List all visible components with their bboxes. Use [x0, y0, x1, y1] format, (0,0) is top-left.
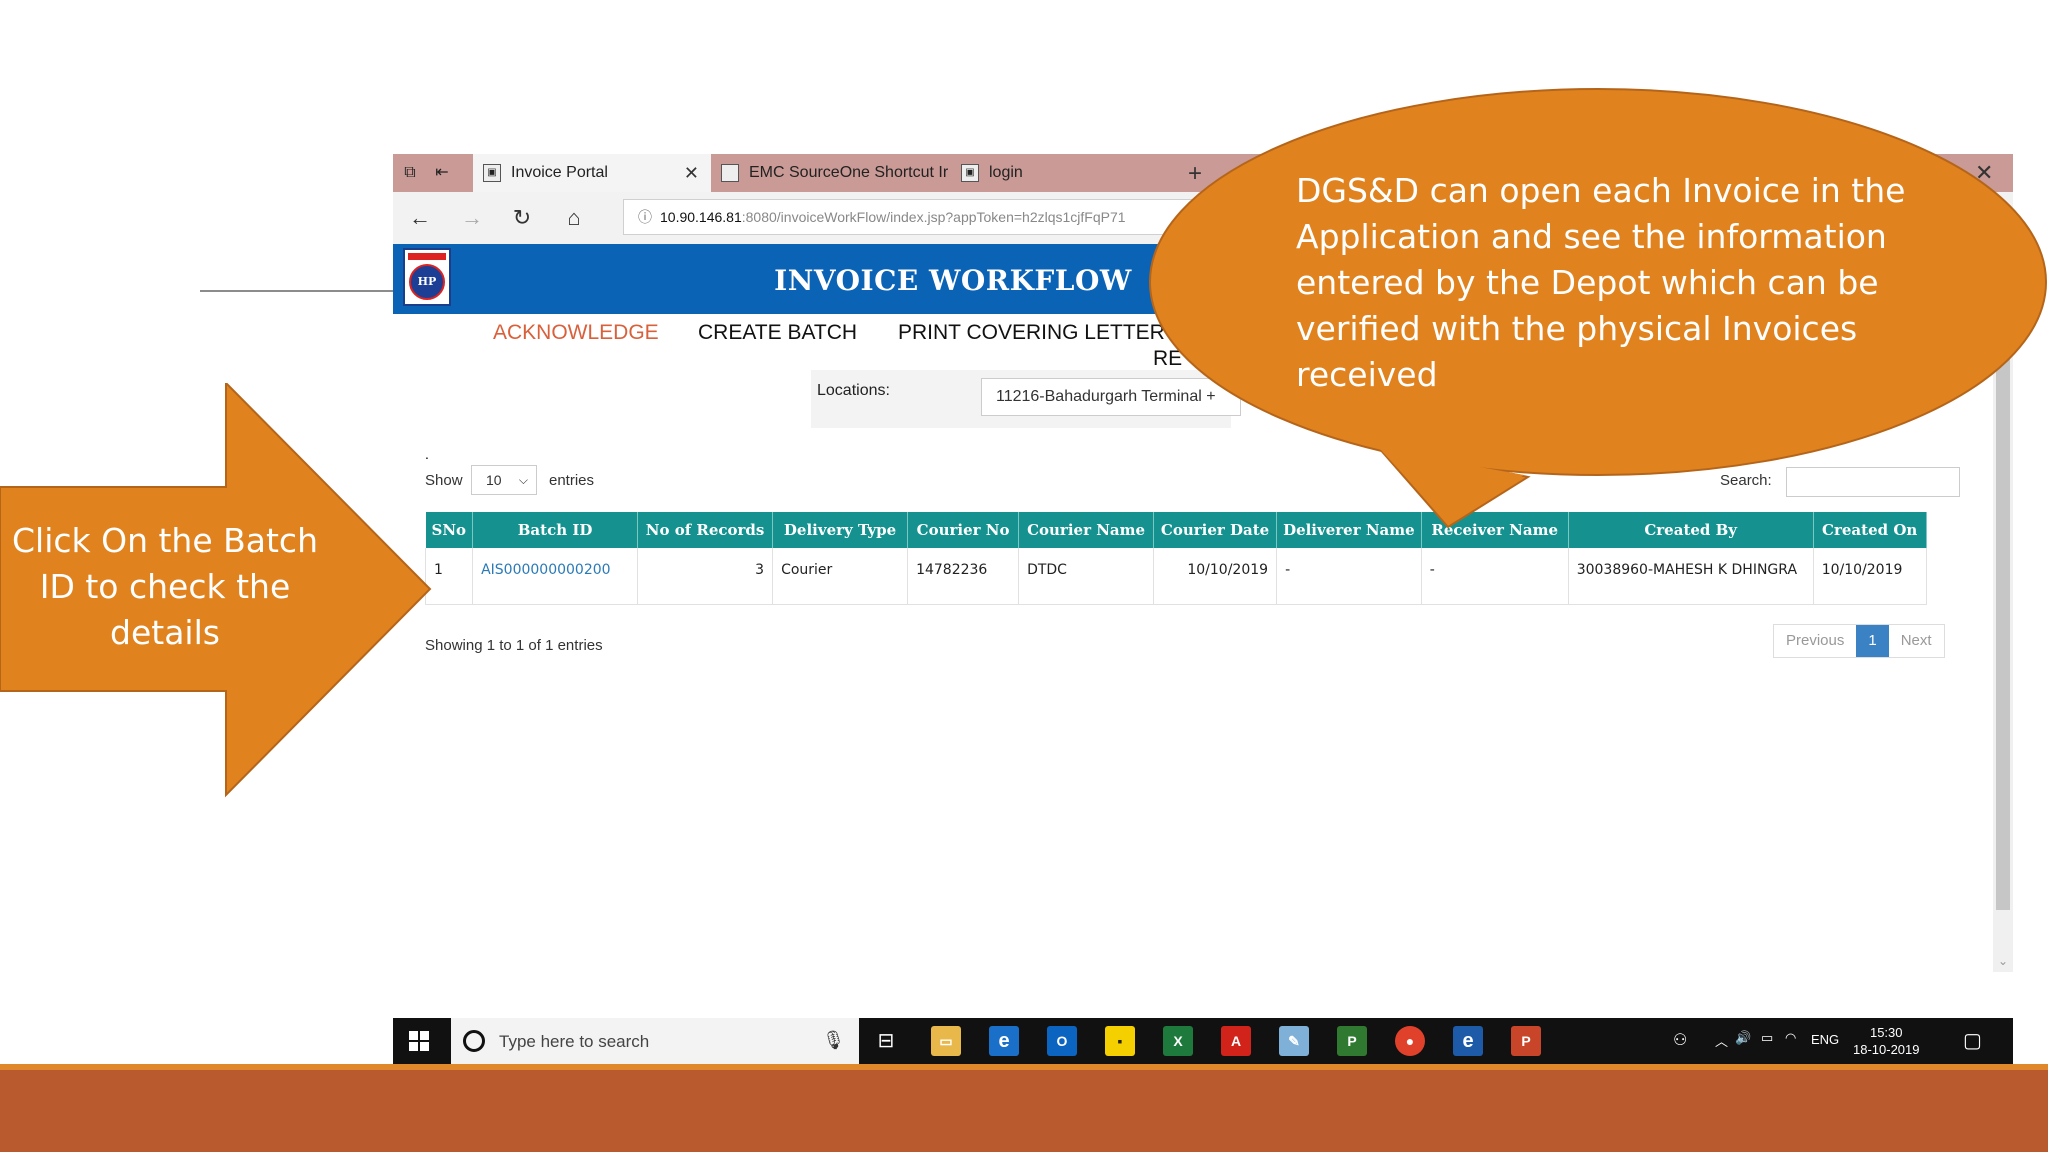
battery-icon[interactable]: ▭ — [1761, 1030, 1773, 1046]
file-explorer-icon[interactable]: ▭ — [931, 1026, 961, 1056]
column-header[interactable]: Courier Name — [1018, 512, 1155, 548]
taskbar-search-placeholder: Type here to search — [499, 1032, 650, 1051]
cell-created-by: 30038960-MAHESH K DHINGRA — [1568, 548, 1814, 605]
tab-label: login — [989, 164, 1023, 181]
project-icon[interactable]: P — [1337, 1026, 1367, 1056]
scroll-down-icon[interactable]: ⌄ — [1994, 954, 2012, 968]
chevron-up-icon[interactable]: ︿ — [1715, 1031, 1728, 1050]
acrobat-icon[interactable]: A — [1221, 1026, 1251, 1056]
cell-courier-no: 14782236 — [907, 548, 1020, 605]
menu-print-covering-letter[interactable]: PRINT COVERING LETTER — [898, 321, 1165, 345]
entries-label: entries — [549, 472, 595, 489]
clock-date: 18-10-2019 — [1853, 1042, 1920, 1057]
taskbar-search-box[interactable]: Type here to search 🎙 — [451, 1018, 859, 1064]
site-info-icon[interactable]: ⓘ — [638, 200, 652, 234]
cell-no-of-records: 3 — [637, 548, 774, 605]
pagination: Previous 1 Next — [1773, 624, 1945, 658]
cell-delivery-type: Courier — [772, 548, 909, 605]
forward-arrow-icon[interactable]: → — [457, 204, 487, 232]
set-tabs-aside-icon[interactable]: ⇤ — [431, 162, 453, 184]
back-arrow-icon[interactable]: ← — [405, 204, 435, 232]
task-view-icon[interactable]: ⊟ — [871, 1026, 901, 1056]
batch-id-link[interactable]: AIS000000000200 — [472, 548, 639, 605]
refresh-icon[interactable]: ↻ — [507, 204, 537, 232]
column-header[interactable]: Delivery Type — [772, 512, 909, 548]
next-button[interactable]: Next — [1889, 625, 1944, 657]
cortana-icon — [463, 1030, 485, 1052]
menu-acknowledge[interactable]: ACKNOWLEDGE — [493, 321, 659, 345]
tab-label: EMC SourceOne Shortcut Ir — [749, 164, 949, 181]
chrome-icon[interactable]: ● — [1395, 1026, 1425, 1056]
powerpoint-icon[interactable]: P — [1511, 1026, 1541, 1056]
language-indicator[interactable]: ENG — [1811, 1032, 1839, 1047]
page-size-value: 10 — [486, 472, 502, 488]
speech-bubble-text: DGS&D can open each Invoice in the Appli… — [1296, 171, 1906, 394]
close-tab-icon[interactable]: ✕ — [684, 163, 699, 184]
tab-emc-sourceone[interactable]: EMC SourceOne Shortcut Ir — [711, 154, 951, 192]
page-favicon-icon: ▣ — [483, 164, 501, 182]
cell-courier-name: DTDC — [1018, 548, 1155, 605]
column-header[interactable]: Courier No — [907, 512, 1020, 548]
arrow-callout-text: Click On the Batch ID to check the detai… — [11, 521, 318, 652]
cell-receiver-name: - — [1421, 548, 1569, 605]
clock-time: 15:30 — [1869, 1025, 1903, 1040]
wifi-icon[interactable]: ◠ — [1785, 1030, 1796, 1046]
people-icon[interactable]: ⚇ — [1673, 1030, 1687, 1050]
page-favicon-icon — [721, 164, 739, 182]
column-header[interactable]: Batch ID — [472, 512, 639, 548]
microphone-icon[interactable]: 🎙 — [822, 1030, 845, 1051]
cell-courier-date: 10/10/2019 — [1153, 548, 1278, 605]
url-host: 10.90.146.81 — [660, 209, 742, 225]
notepad-icon[interactable]: ✎ — [1279, 1026, 1309, 1056]
excel-icon[interactable]: X — [1163, 1026, 1193, 1056]
sticky-notes-icon[interactable]: ▪ — [1105, 1026, 1135, 1056]
locations-label: Locations: — [817, 382, 890, 399]
page-1-button[interactable]: 1 — [1856, 625, 1889, 657]
url-path: :8080/invoiceWorkFlow/index.jsp?appToken… — [741, 209, 1126, 225]
chevron-down-icon: ⌵ — [518, 473, 528, 487]
table-row: 1 AIS000000000200 3 Courier 14782236 DTD… — [424, 548, 1927, 605]
menu-create-batch[interactable]: CREATE BATCH — [698, 321, 857, 345]
tab-invoice-portal[interactable]: ▣ Invoice Portal ✕ — [473, 154, 711, 192]
slide-footer-strip — [0, 1064, 2048, 1152]
cell-created-on: 10/10/2019 — [1813, 548, 1927, 605]
volume-icon[interactable]: 🔊 — [1735, 1030, 1751, 1046]
action-center-icon[interactable]: ▢ — [1963, 1028, 1982, 1053]
page-favicon-icon: ▣ — [961, 164, 979, 182]
tab-label: Invoice Portal — [511, 164, 608, 181]
previous-button[interactable]: Previous — [1774, 625, 1856, 657]
tab-actions-icon[interactable]: ⧉ — [399, 162, 421, 184]
column-header[interactable]: No of Records — [637, 512, 774, 548]
internet-explorer-icon[interactable]: e — [989, 1026, 1019, 1056]
clock[interactable]: 15:30 18-10-2019 — [1853, 1024, 1920, 1058]
outlook-icon[interactable]: O — [1047, 1026, 1077, 1056]
page-size-select[interactable]: 10 ⌵ — [471, 465, 537, 495]
home-icon[interactable]: ⌂ — [559, 204, 589, 232]
showing-entries-text: Showing 1 to 1 of 1 entries — [425, 637, 603, 654]
windows-start-icon[interactable] — [409, 1031, 429, 1051]
windows-taskbar: Type here to search 🎙 ⊟ ▭ e O ▪ X A ✎ P … — [393, 1018, 2013, 1064]
edge-icon[interactable]: e — [1453, 1026, 1483, 1056]
cell-deliverer-name: - — [1276, 548, 1422, 605]
decorative-line — [200, 290, 393, 292]
